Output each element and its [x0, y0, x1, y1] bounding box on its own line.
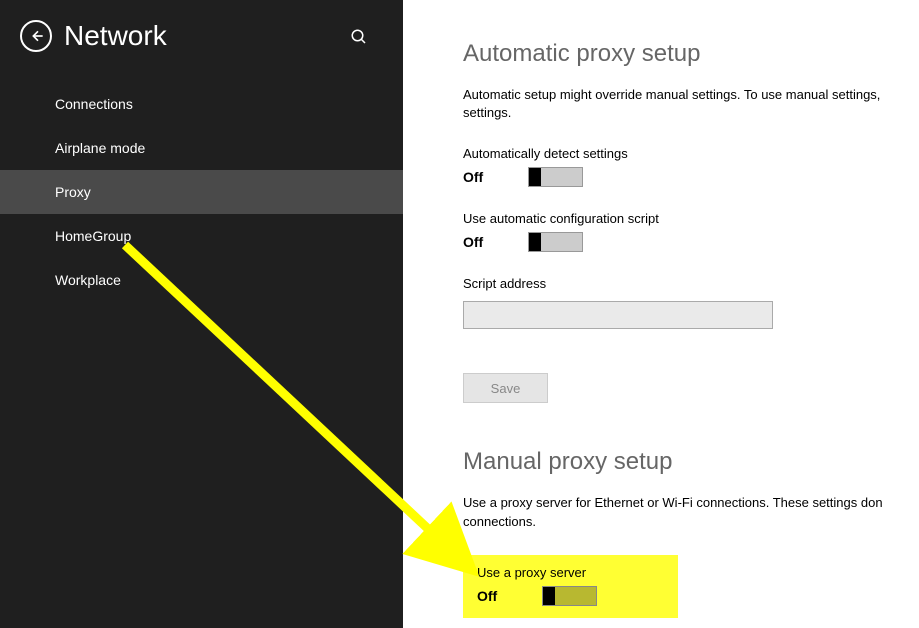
toggle-row: Off: [463, 167, 919, 187]
save-button[interactable]: Save: [463, 373, 548, 403]
auto-description: Automatic setup might override manual se…: [463, 86, 919, 122]
script-address-input[interactable]: [463, 301, 773, 329]
sidebar-item-label: Airplane mode: [55, 140, 145, 156]
toggle-state: Off: [463, 234, 493, 250]
sidebar-item-homegroup[interactable]: HomeGroup: [0, 214, 403, 258]
manual-section: Manual proxy setup Use a proxy server fo…: [463, 448, 919, 617]
back-button[interactable]: [20, 20, 52, 52]
toggle-handle: [529, 168, 541, 186]
setting-auto-script: Use automatic configuration script Off: [463, 211, 919, 252]
search-button[interactable]: [350, 28, 368, 51]
page-title: Network: [64, 20, 167, 52]
toggle-handle: [543, 587, 555, 605]
manual-description: Use a proxy server for Ethernet or Wi-Fi…: [463, 494, 919, 530]
setting-script-address: Script address: [463, 276, 919, 329]
sidebar-items: Connections Airplane mode Proxy HomeGrou…: [0, 82, 403, 302]
sidebar-item-airplane[interactable]: Airplane mode: [0, 126, 403, 170]
section-title-auto: Automatic proxy setup: [463, 40, 919, 68]
sidebar-header: Network: [0, 0, 403, 82]
search-icon: [350, 28, 368, 46]
setting-label: Use automatic configuration script: [463, 211, 919, 226]
content-pane: Automatic proxy setup Automatic setup mi…: [403, 0, 919, 628]
toggle-state: Off: [463, 169, 493, 185]
sidebar-item-label: Connections: [55, 96, 133, 112]
setting-auto-detect: Automatically detect settings Off: [463, 146, 919, 187]
auto-detect-toggle[interactable]: [528, 167, 583, 187]
section-title-manual: Manual proxy setup: [463, 448, 919, 476]
toggle-row: Off: [463, 232, 919, 252]
highlight-annotation: Use a proxy server Off: [463, 555, 678, 618]
setting-label: Automatically detect settings: [463, 146, 919, 161]
setting-label: Use a proxy server: [477, 565, 664, 580]
toggle-handle: [529, 233, 541, 251]
auto-script-toggle[interactable]: [528, 232, 583, 252]
sidebar-item-connections[interactable]: Connections: [0, 82, 403, 126]
sidebar-item-label: HomeGroup: [55, 228, 131, 244]
use-proxy-toggle[interactable]: [542, 586, 597, 606]
arrow-left-icon: [28, 28, 44, 44]
sidebar-item-proxy[interactable]: Proxy: [0, 170, 403, 214]
toggle-state: Off: [477, 588, 507, 604]
sidebar-item-workplace[interactable]: Workplace: [0, 258, 403, 302]
sidebar: Network Connections Airplane mode Proxy …: [0, 0, 403, 628]
sidebar-item-label: Proxy: [55, 184, 91, 200]
sidebar-item-label: Workplace: [55, 272, 121, 288]
toggle-row: Off: [477, 586, 664, 606]
setting-label: Script address: [463, 276, 919, 291]
